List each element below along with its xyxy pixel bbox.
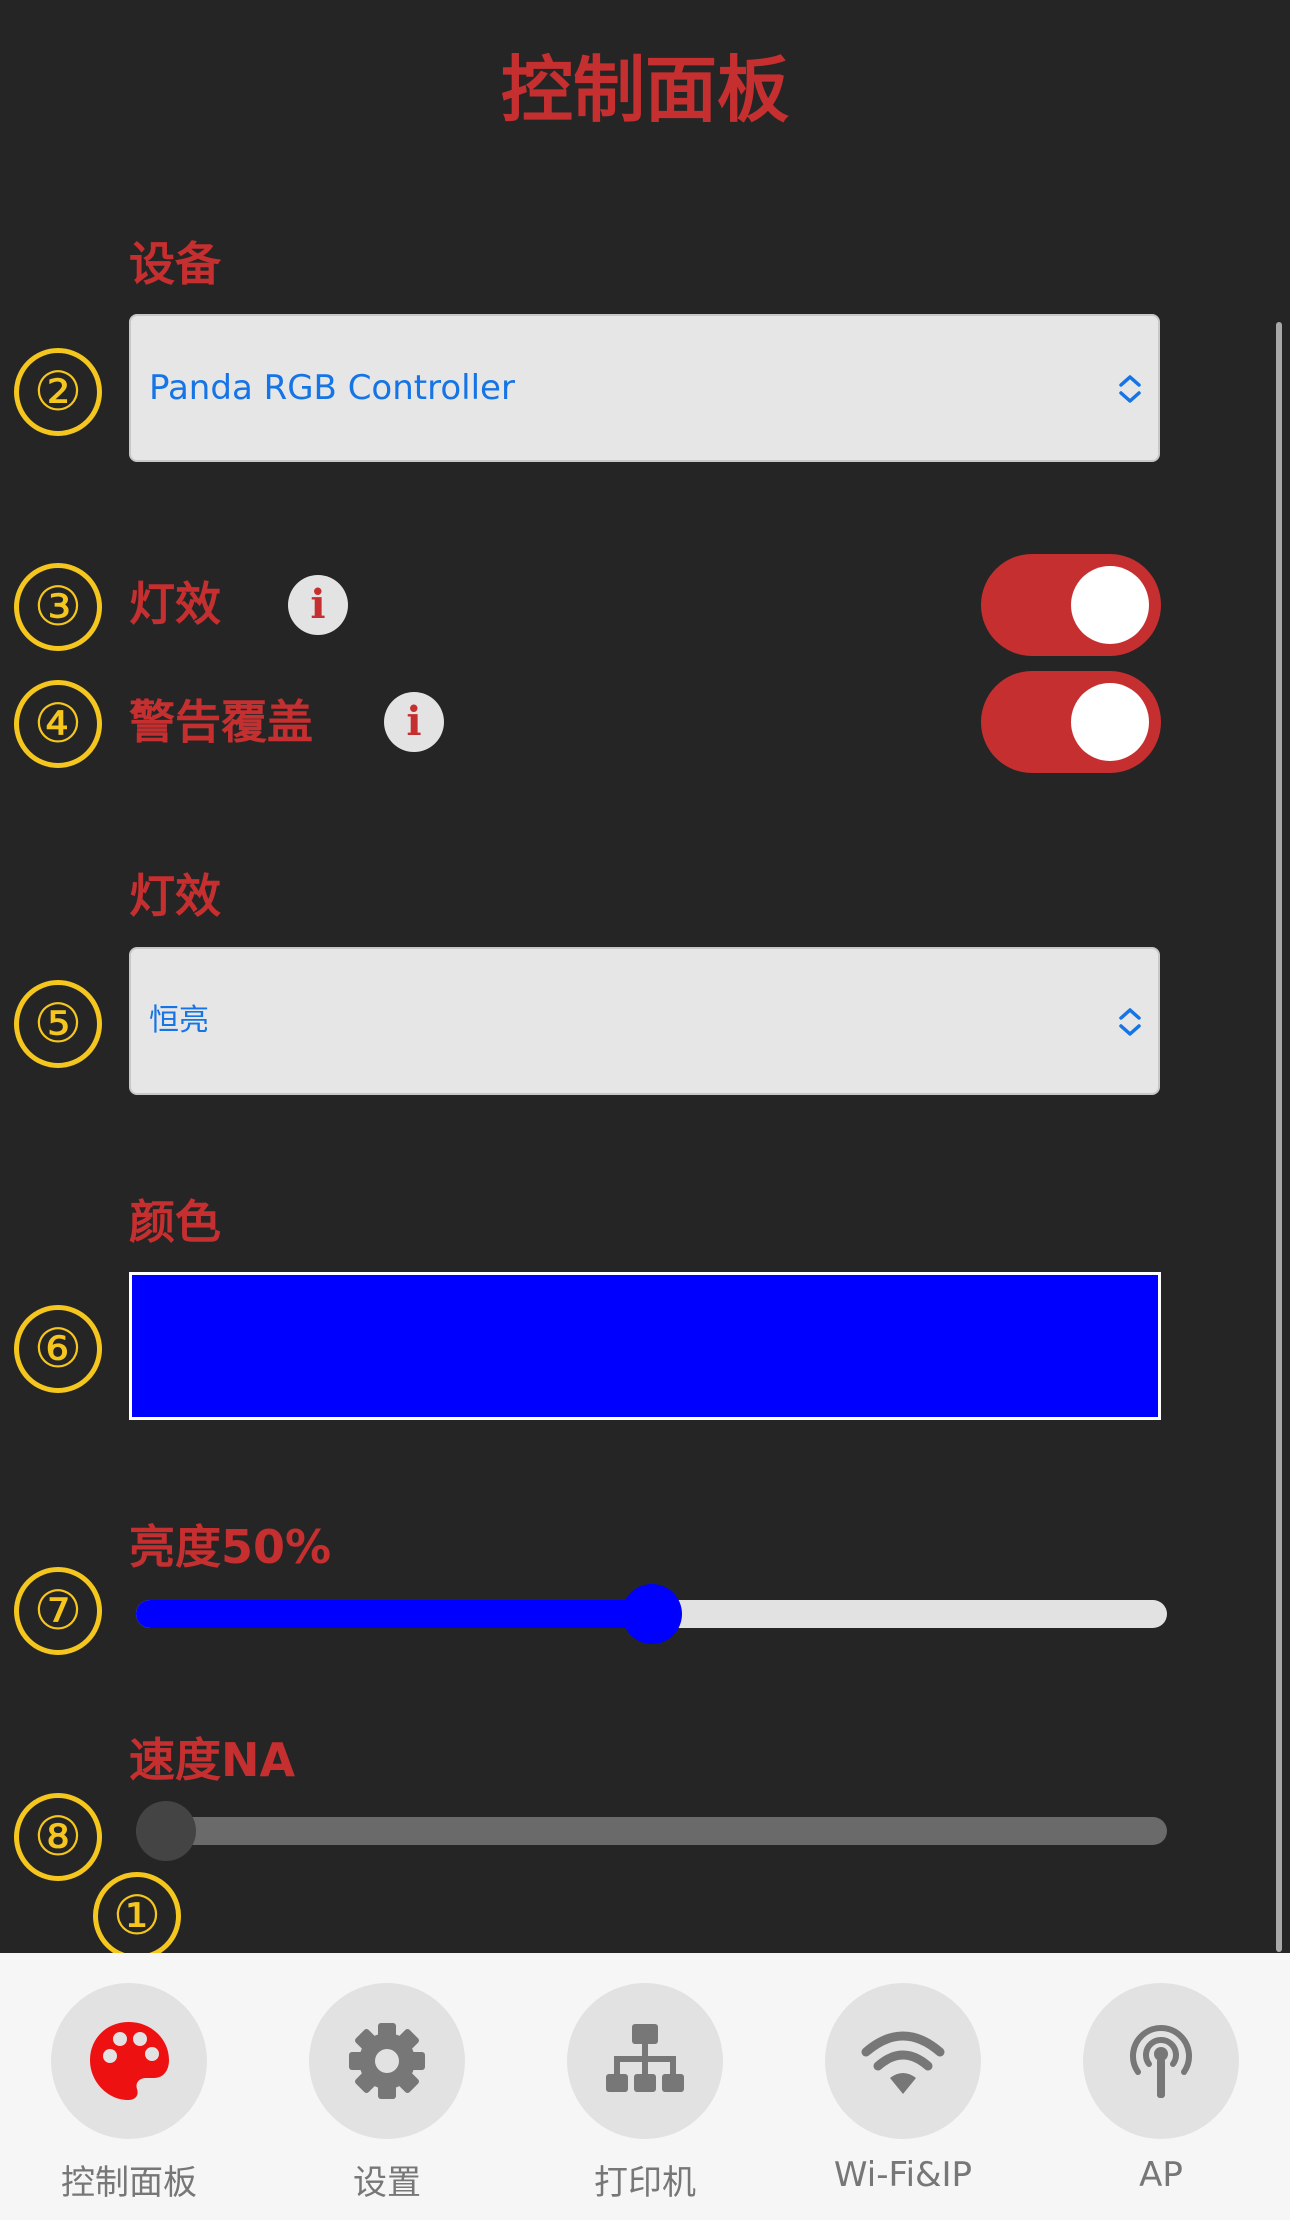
- wifi-icon: [861, 2031, 945, 2094]
- tab-label: Wi-Fi&IP: [833, 2155, 973, 2195]
- tab-label: 控制面板: [61, 2163, 197, 2203]
- tab-control-panel[interactable]: 控制面板: [29, 1983, 229, 2204]
- info-icon-warning-override[interactable]: i: [384, 692, 444, 752]
- page-title: 控制面板: [500, 48, 789, 132]
- toggle-knob: [1071, 566, 1149, 644]
- antenna-icon: [1130, 2025, 1192, 2098]
- tab-label: 设置: [353, 2163, 421, 2203]
- annotation-marker-8: ⑧: [14, 1793, 102, 1881]
- chevron-updown-icon: [1119, 1008, 1141, 1036]
- tab-label: AP: [1139, 2155, 1183, 2195]
- slider-thumb[interactable]: [621, 1584, 682, 1644]
- light-effect-toggle-label: 灯效: [129, 577, 221, 631]
- info-icon-light-effect[interactable]: i: [288, 575, 348, 635]
- brightness-label: 亮度50%: [129, 1520, 332, 1574]
- palette-icon: [90, 2022, 169, 2100]
- annotation-marker-6: ⑥: [14, 1305, 102, 1393]
- tab-label: 打印机: [594, 2163, 696, 2203]
- light-effect-toggle[interactable]: [981, 554, 1161, 656]
- device-label: 设备: [129, 237, 221, 291]
- annotation-marker-5: ⑤: [14, 980, 102, 1068]
- device-select[interactable]: Panda RGB Controller: [129, 314, 1160, 462]
- network-icon: [606, 2024, 684, 2092]
- gear-icon: [349, 2023, 425, 2099]
- color-label: 颜色: [129, 1195, 221, 1249]
- bottom-tab-bar: 控制面板 设置 打印机 Wi-Fi&IP AP: [0, 1953, 1290, 2220]
- annotation-marker-3: ③: [14, 563, 102, 651]
- slider-fill: [136, 1600, 652, 1628]
- annotation-marker-4: ④: [14, 680, 102, 768]
- toggle-knob: [1071, 683, 1149, 761]
- color-picker-swatch[interactable]: [129, 1272, 1161, 1420]
- slider-track: [136, 1817, 1167, 1845]
- effect-select-label: 灯效: [129, 869, 221, 923]
- tab-ap[interactable]: AP: [1061, 1983, 1261, 2195]
- warning-override-toggle[interactable]: [981, 671, 1161, 773]
- scrollbar[interactable]: [1276, 322, 1282, 1952]
- annotation-marker-1: ①: [93, 1872, 181, 1960]
- device-select-value: Panda RGB Controller: [149, 368, 515, 408]
- annotation-marker-7: ⑦: [14, 1567, 102, 1655]
- speed-label: 速度NA: [129, 1733, 296, 1787]
- warning-override-label: 警告覆盖: [129, 695, 313, 749]
- speed-slider[interactable]: [136, 1801, 1167, 1861]
- tab-printer[interactable]: 打印机: [545, 1983, 745, 2204]
- brightness-slider[interactable]: [136, 1584, 1167, 1644]
- tab-wifi-ip[interactable]: Wi-Fi&IP: [803, 1983, 1003, 2195]
- annotation-marker-2: ②: [14, 348, 102, 436]
- tab-settings[interactable]: 设置: [287, 1983, 487, 2204]
- effect-select-value: 恒亮: [149, 1003, 209, 1038]
- chevron-updown-icon: [1119, 375, 1141, 403]
- effect-select[interactable]: 恒亮: [129, 947, 1160, 1095]
- slider-thumb[interactable]: [136, 1801, 196, 1861]
